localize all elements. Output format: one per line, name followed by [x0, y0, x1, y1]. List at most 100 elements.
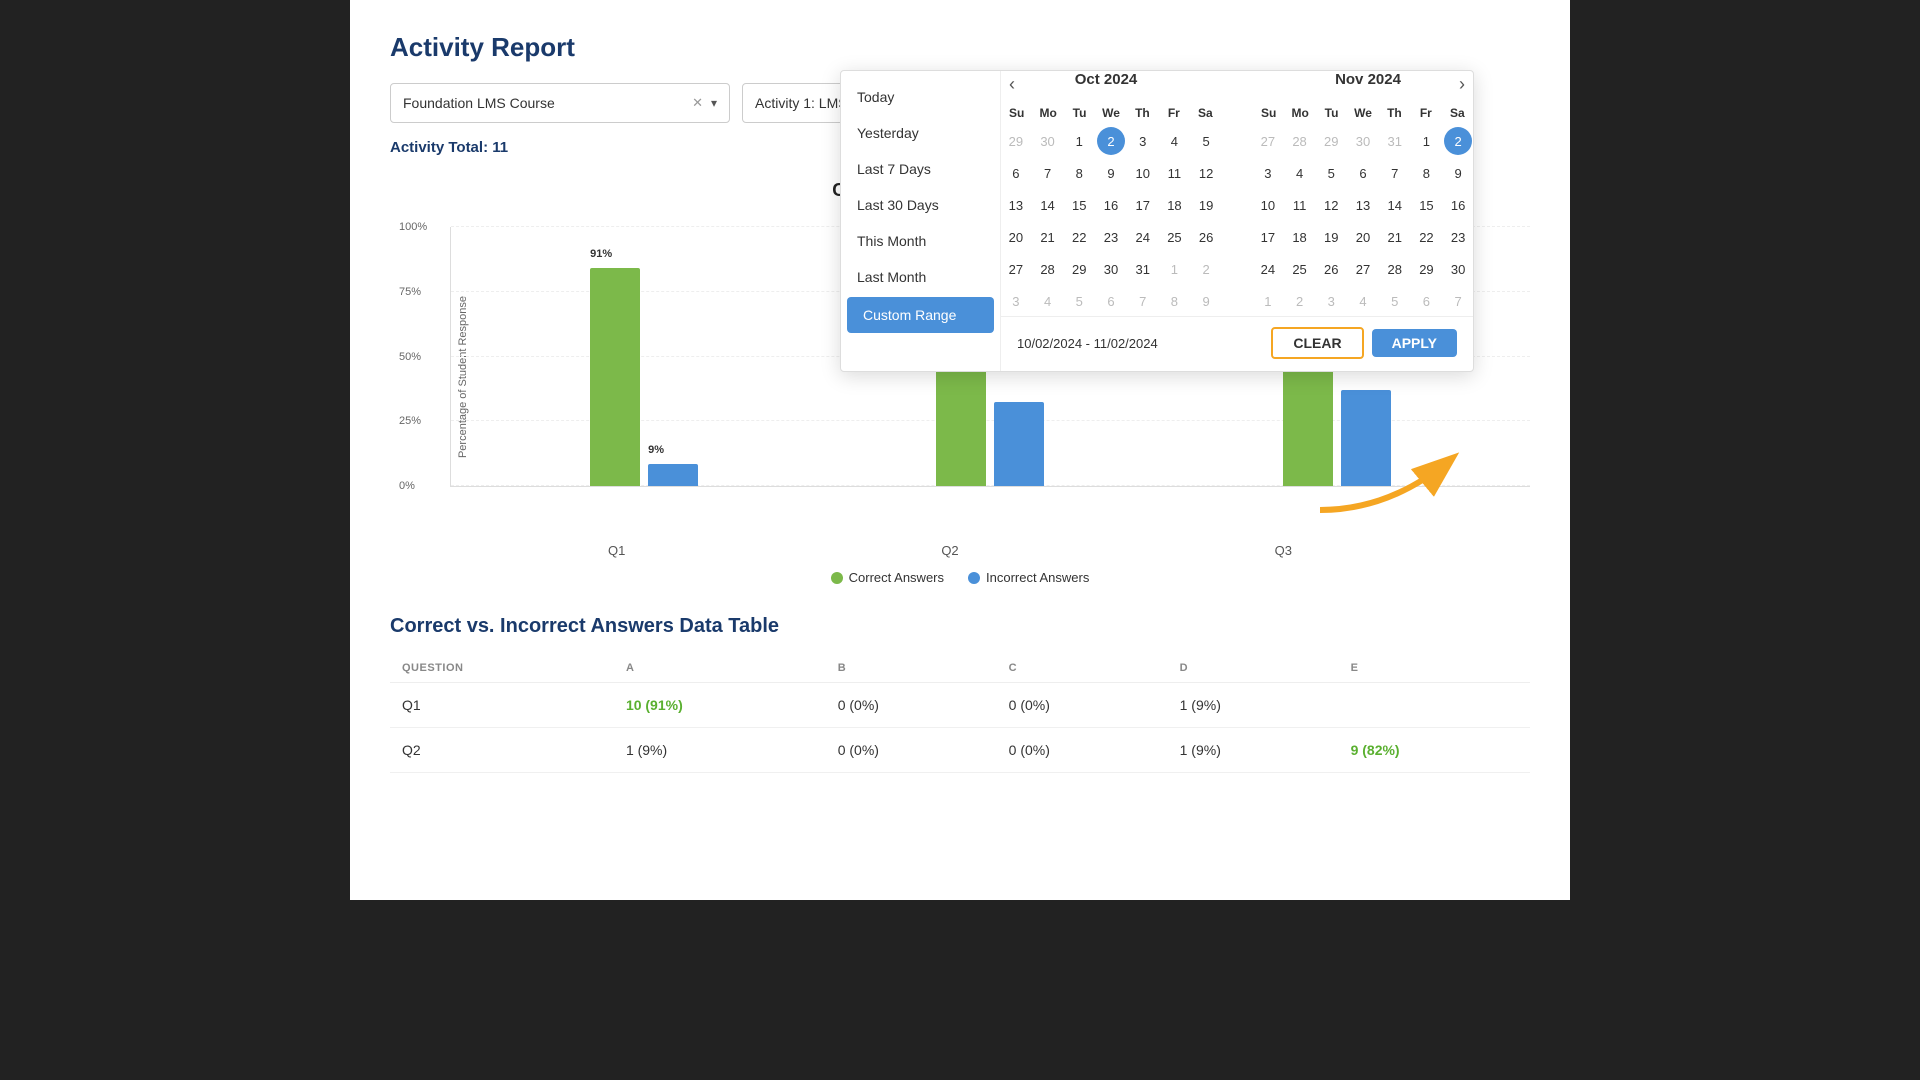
nov-day-5f[interactable]: 5 — [1381, 287, 1409, 315]
clear-button[interactable]: CLEAR — [1271, 327, 1363, 359]
course-clear-icon[interactable]: ✕ — [692, 95, 703, 111]
nov-day-27[interactable]: 27 — [1349, 255, 1377, 283]
nov-day-28[interactable]: 28 — [1381, 255, 1409, 283]
nov-day-24[interactable]: 24 — [1254, 255, 1282, 283]
nov-day-10[interactable]: 10 — [1254, 191, 1282, 219]
oct-day-5f[interactable]: 5 — [1065, 287, 1093, 315]
oct-day-29f[interactable]: 29 — [1002, 127, 1030, 155]
nov-day-18[interactable]: 18 — [1286, 223, 1314, 251]
oct-day-1[interactable]: 1 — [1065, 127, 1093, 155]
oct-day-27[interactable]: 27 — [1002, 255, 1030, 283]
oct-day-8[interactable]: 8 — [1065, 159, 1093, 187]
nov-day-21[interactable]: 21 — [1381, 223, 1409, 251]
oct-day-13[interactable]: 13 — [1002, 191, 1030, 219]
nov-day-8[interactable]: 8 — [1412, 159, 1440, 187]
oct-day-4[interactable]: 4 — [1160, 127, 1188, 155]
oct-day-6[interactable]: 6 — [1002, 159, 1030, 187]
oct-day-10[interactable]: 10 — [1129, 159, 1157, 187]
nov-day-14[interactable]: 14 — [1381, 191, 1409, 219]
oct-day-20[interactable]: 20 — [1002, 223, 1030, 251]
nov-day-20[interactable]: 20 — [1349, 223, 1377, 251]
oct-day-28[interactable]: 28 — [1034, 255, 1062, 283]
nov-day-13[interactable]: 13 — [1349, 191, 1377, 219]
oct-day-7f[interactable]: 7 — [1129, 287, 1157, 315]
oct-day-24[interactable]: 24 — [1129, 223, 1157, 251]
nov-day-3[interactable]: 3 — [1254, 159, 1282, 187]
oct-day-8f[interactable]: 8 — [1160, 287, 1188, 315]
oct-day-3f[interactable]: 3 — [1002, 287, 1030, 315]
nov-day-30f[interactable]: 30 — [1349, 127, 1377, 155]
nov-day-25[interactable]: 25 — [1286, 255, 1314, 283]
preset-this-month[interactable]: This Month — [841, 223, 1000, 259]
oct-day-9[interactable]: 9 — [1097, 159, 1125, 187]
nov-day-19[interactable]: 19 — [1317, 223, 1345, 251]
oct-day-2[interactable]: 2 — [1097, 127, 1125, 155]
nov-day-11[interactable]: 11 — [1286, 191, 1314, 219]
oct-day-14[interactable]: 14 — [1034, 191, 1062, 219]
oct-day-5[interactable]: 5 — [1192, 127, 1220, 155]
nov-day-12[interactable]: 12 — [1317, 191, 1345, 219]
nov-day-16[interactable]: 16 — [1444, 191, 1472, 219]
dp-nov-title: Nov 2024 — [1335, 71, 1401, 88]
oct-day-12[interactable]: 12 — [1192, 159, 1220, 187]
oct-day-30f[interactable]: 30 — [1034, 127, 1062, 155]
nov-day-2f[interactable]: 2 — [1286, 287, 1314, 315]
preset-last7[interactable]: Last 7 Days — [841, 151, 1000, 187]
nov-day-27f[interactable]: 27 — [1254, 127, 1282, 155]
nov-day-1[interactable]: 1 — [1412, 127, 1440, 155]
nov-day-5[interactable]: 5 — [1317, 159, 1345, 187]
nov-day-23[interactable]: 23 — [1444, 223, 1472, 251]
q2-b: 0 (0%) — [826, 728, 997, 773]
nov-day-31f[interactable]: 31 — [1381, 127, 1409, 155]
preset-last-month[interactable]: Last Month — [841, 259, 1000, 295]
oct-day-7[interactable]: 7 — [1034, 159, 1062, 187]
apply-button[interactable]: APPLY — [1372, 329, 1457, 357]
nov-day-29[interactable]: 29 — [1412, 255, 1440, 283]
oct-day-15[interactable]: 15 — [1065, 191, 1093, 219]
oct-day-17[interactable]: 17 — [1129, 191, 1157, 219]
nov-day-4[interactable]: 4 — [1286, 159, 1314, 187]
nov-day-9[interactable]: 9 — [1444, 159, 1472, 187]
nov-day-2[interactable]: 2 — [1444, 127, 1472, 155]
oct-day-6f[interactable]: 6 — [1097, 287, 1125, 315]
preset-last30[interactable]: Last 30 Days — [841, 187, 1000, 223]
nov-day-22[interactable]: 22 — [1412, 223, 1440, 251]
nov-day-17[interactable]: 17 — [1254, 223, 1282, 251]
nov-day-7[interactable]: 7 — [1381, 159, 1409, 187]
oct-day-9f[interactable]: 9 — [1192, 287, 1220, 315]
dp-next-btn[interactable]: › — [1451, 72, 1473, 97]
oct-day-25[interactable]: 25 — [1160, 223, 1188, 251]
oct-day-30[interactable]: 30 — [1097, 255, 1125, 283]
oct-day-21[interactable]: 21 — [1034, 223, 1062, 251]
nov-day-29f[interactable]: 29 — [1317, 127, 1345, 155]
oct-day-23[interactable]: 23 — [1097, 223, 1125, 251]
col-question: QUESTION — [390, 654, 614, 683]
oct-day-1f[interactable]: 1 — [1160, 255, 1188, 283]
oct-day-31[interactable]: 31 — [1129, 255, 1157, 283]
oct-day-3[interactable]: 3 — [1129, 127, 1157, 155]
nov-day-3f[interactable]: 3 — [1317, 287, 1345, 315]
nov-day-26[interactable]: 26 — [1317, 255, 1345, 283]
oct-day-18[interactable]: 18 — [1160, 191, 1188, 219]
oct-day-19[interactable]: 19 — [1192, 191, 1220, 219]
oct-day-26[interactable]: 26 — [1192, 223, 1220, 251]
nov-day-1f[interactable]: 1 — [1254, 287, 1282, 315]
preset-custom-range[interactable]: Custom Range — [847, 297, 994, 333]
oct-day-16[interactable]: 16 — [1097, 191, 1125, 219]
dp-prev-btn[interactable]: ‹ — [1001, 72, 1023, 97]
oct-day-22[interactable]: 22 — [1065, 223, 1093, 251]
nov-day-6f[interactable]: 6 — [1412, 287, 1440, 315]
nov-day-28f[interactable]: 28 — [1286, 127, 1314, 155]
nov-day-7f[interactable]: 7 — [1444, 287, 1472, 315]
preset-today[interactable]: Today — [841, 79, 1000, 115]
oct-day-11[interactable]: 11 — [1160, 159, 1188, 187]
preset-yesterday[interactable]: Yesterday — [841, 115, 1000, 151]
nov-day-15[interactable]: 15 — [1412, 191, 1440, 219]
oct-day-2f[interactable]: 2 — [1192, 255, 1220, 283]
oct-day-4f[interactable]: 4 — [1034, 287, 1062, 315]
nov-day-6[interactable]: 6 — [1349, 159, 1377, 187]
oct-day-29[interactable]: 29 — [1065, 255, 1093, 283]
nov-day-4f[interactable]: 4 — [1349, 287, 1377, 315]
course-filter[interactable]: Foundation LMS Course ✕ ▾ — [390, 83, 730, 123]
nov-day-30[interactable]: 30 — [1444, 255, 1472, 283]
